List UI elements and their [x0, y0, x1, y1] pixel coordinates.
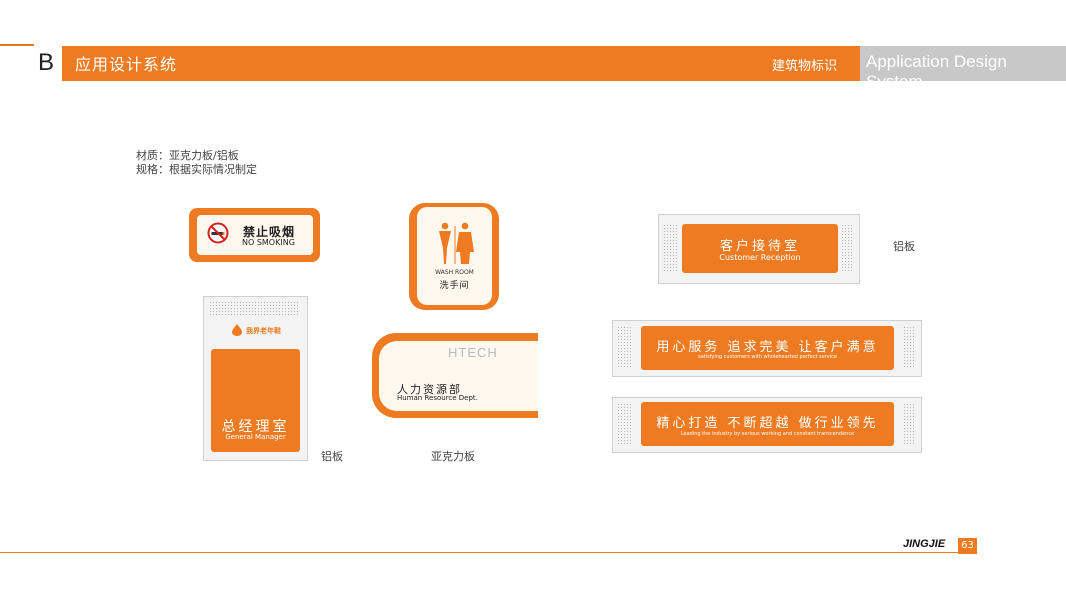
company-logo-text: 我界老年鞋 [246, 327, 281, 335]
spec-text: 材质：亚克力板/铝板 规格：根据实际情况制定 [136, 149, 257, 177]
header-english-title: Application Design System [866, 52, 1007, 91]
hr-en: Human Resource Dept. [397, 394, 478, 402]
material-label-aluminum: 铝板 [321, 450, 343, 463]
reception-cn: 客户接待室 [719, 239, 800, 254]
header-rule-left [0, 44, 34, 46]
no-smoking-icon [207, 222, 229, 244]
flame-logo-icon [232, 324, 242, 336]
slogan-cn: 用心服务 追求完美 让客户满意 [656, 340, 879, 355]
section-title: 建筑物标识 [772, 59, 838, 74]
general-manager-en: General Manager [225, 433, 286, 441]
header-bar-underline [62, 79, 860, 81]
slogan-en: satisfying customers with wholehearted p… [698, 354, 837, 360]
footer-brand-logo: JINGJIE [903, 538, 946, 550]
plate-dot-pattern [617, 403, 631, 446]
no-smoking-en: NO SMOKING [242, 238, 295, 247]
plate-dot-pattern [209, 301, 300, 315]
plate-dot-pattern [903, 403, 916, 446]
restroom-icon [439, 222, 474, 264]
plate-dot-pattern [903, 326, 916, 369]
page-number: 63 [958, 538, 977, 554]
washroom-en: WASH ROOM [435, 269, 474, 276]
washroom-cn: 洗手间 [439, 281, 470, 291]
plate-dot-pattern [663, 224, 677, 273]
section-letter: B [37, 49, 54, 76]
htech-logo: HTECH [448, 345, 498, 360]
spec-size: 规格：根据实际情况制定 [136, 163, 257, 176]
slogan-en: Leading the industry by serious working … [680, 431, 855, 437]
material-label-aluminum: 铝板 [893, 240, 915, 253]
header-bar [62, 46, 860, 79]
plate-dot-pattern [617, 326, 631, 369]
spec-material: 材质：亚克力板/铝板 [136, 149, 239, 162]
footer-rule [0, 552, 958, 553]
slogan-cn: 精心打造 不断超越 做行业领先 [656, 416, 879, 431]
reception-en: Customer Reception [719, 253, 801, 262]
material-label-acrylic: 亚克力板 [431, 450, 475, 463]
plate-dot-pattern [841, 224, 854, 273]
page-title: 应用设计系统 [75, 55, 178, 74]
